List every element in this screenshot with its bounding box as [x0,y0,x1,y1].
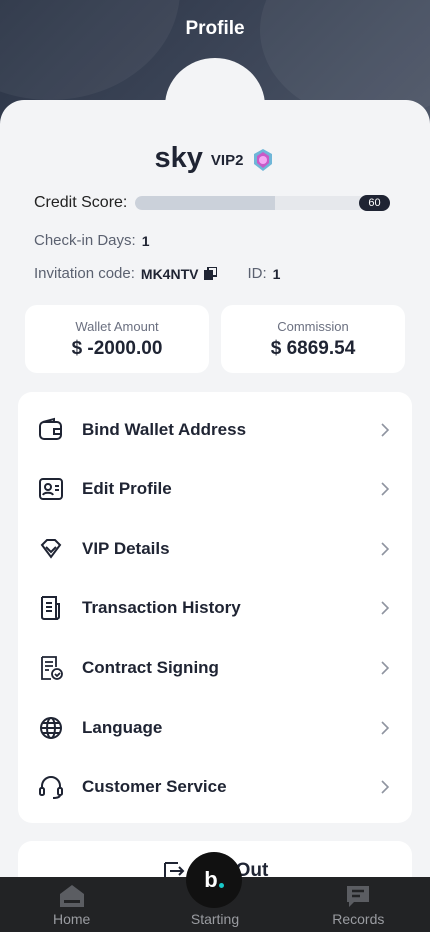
chevron-right-icon [381,542,390,556]
tab-home[interactable]: Home [17,877,127,932]
menu-label-contract-signing: Contract Signing [82,658,219,677]
commission-value: $ 6869.54 [270,338,356,359]
tab-records[interactable]: Records [303,877,413,932]
tab-home-label: Home [52,911,91,927]
page-title: Profile [185,18,245,39]
commission-label: Commission [277,319,349,334]
credit-score-value: 60 [359,195,390,211]
brand-fab-button[interactable]: b [186,852,242,908]
diamond-icon [40,539,62,559]
user-row: sky VIP2 [0,142,430,175]
records-icon [347,886,370,907]
wallet-amount-label: Wallet Amount [75,319,159,334]
invitation-row: Invitation code: MK4NTV ID: 1 [34,265,280,282]
globe-icon [40,717,62,739]
credit-score-fill [135,196,275,210]
chevron-right-icon [381,661,390,675]
contract-icon [41,656,63,680]
menu-label-bind-wallet: Bind Wallet Address [82,420,247,439]
menu-label-customer-service: Customer Service [82,777,227,796]
chevron-right-icon [381,482,390,496]
chevron-right-icon [381,423,390,437]
chevron-right-icon [381,780,390,794]
wallet-amount-value: $ -2000.00 [71,338,163,359]
chevron-right-icon [381,721,390,735]
copy-icon[interactable] [204,267,218,280]
brand-icon: b [204,867,218,892]
invitation-code: MK4NTV [140,265,199,282]
headset-icon [39,776,63,799]
checkin-row: Check-in Days: 1 [34,232,150,249]
menu-item-bind-wallet[interactable]: Bind Wallet Address [18,400,412,460]
checkin-value: 1 [141,232,150,249]
menu-list: Bind Wallet Address Edit Profile VIP Det… [18,392,412,823]
id-label: ID: [247,265,267,282]
commission-card: Commission $ 6869.54 [221,305,405,373]
menu-item-contract-signing[interactable]: Contract Signing [18,638,412,698]
menu-label-transaction-history: Transaction History [82,598,241,617]
menu-item-language[interactable]: Language [18,698,412,758]
vip-badge-icon [254,148,273,171]
chevron-right-icon [381,601,390,615]
home-icon [59,885,84,907]
vip-level: VIP2 [210,152,244,169]
tab-records-label: Records [332,911,385,927]
menu-label-edit-profile: Edit Profile [82,479,172,498]
menu-item-transaction-history[interactable]: Transaction History [18,578,412,638]
invitation-label: Invitation code: [34,265,135,282]
menu-label-vip-details: VIP Details [82,539,170,558]
id-block: ID: 1 [247,265,280,282]
credit-score-row: Credit Score: 60 [34,194,396,212]
credit-score-label: Credit Score: [34,194,128,211]
tab-starting-label: Starting [190,911,240,927]
document-list-icon [41,596,60,620]
menu-item-edit-profile[interactable]: Edit Profile [18,459,412,519]
id-value: 1 [272,265,281,282]
menu-item-customer-service[interactable]: Customer Service [18,757,412,817]
menu-item-vip-details[interactable]: VIP Details [18,519,412,579]
wallet-amount-card: Wallet Amount $ -2000.00 [25,305,209,373]
credit-score-bar [135,196,368,210]
username: sky [154,142,203,174]
wallet-icon [39,417,62,440]
checkin-label: Check-in Days: [34,232,136,249]
menu-label-language: Language [82,718,163,737]
id-card-icon [39,478,63,500]
